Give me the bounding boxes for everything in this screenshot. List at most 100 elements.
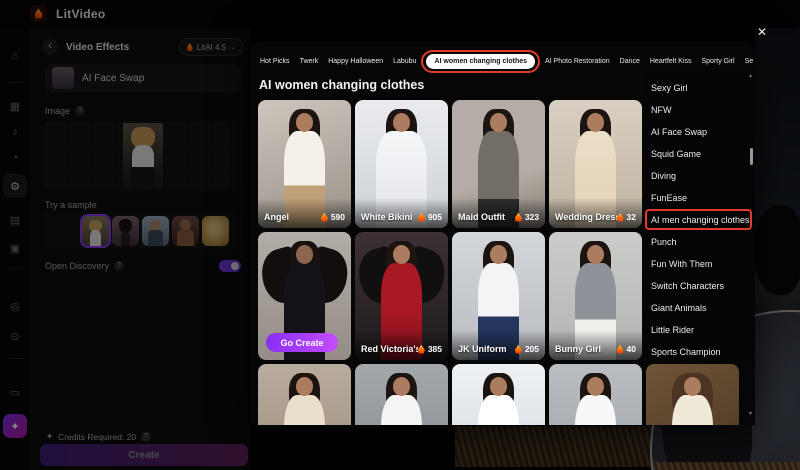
card-usage-count: 385 bbox=[417, 344, 442, 354]
card-title: Angel bbox=[264, 212, 290, 222]
effect-preview-image bbox=[258, 364, 351, 425]
card-usage-count: 40 bbox=[616, 344, 636, 354]
effect-card[interactable] bbox=[355, 364, 448, 425]
wings-shape bbox=[262, 249, 348, 303]
flame-icon bbox=[514, 344, 522, 354]
card-title: Red Victoria's ... bbox=[361, 344, 418, 354]
effect-card-jk-uniform[interactable]: JK Uniform 205 bbox=[452, 232, 545, 360]
effect-preview-image bbox=[549, 364, 642, 425]
section-heading: AI women changing clothes bbox=[259, 78, 425, 92]
card-usage-count: 323 bbox=[514, 212, 539, 222]
figure-hair bbox=[288, 240, 321, 288]
effects-browser-modal: Hot Picks Twerk Happy Halloween Labubu AI wo… bbox=[250, 42, 755, 425]
effect-card-angel[interactable]: Angel 590 bbox=[258, 100, 351, 228]
category-item-funease[interactable]: FunEase bbox=[651, 193, 687, 203]
tab-twerk[interactable]: Twerk bbox=[300, 58, 319, 65]
figure-head bbox=[586, 376, 605, 396]
flame-icon bbox=[616, 344, 624, 354]
figure-torso bbox=[575, 394, 616, 425]
figure-head bbox=[295, 244, 314, 264]
effect-card[interactable] bbox=[258, 364, 351, 425]
card-title: JK Uniform bbox=[458, 344, 507, 354]
figure-head bbox=[489, 376, 508, 396]
annotation-box bbox=[645, 209, 752, 230]
category-list-panel: Sexy Girl NFW AI Face Swap Squid Game Diving… bbox=[645, 70, 755, 360]
flame-icon bbox=[514, 212, 522, 222]
tab-ai-women-changing-clothes[interactable]: AI women changing clothes bbox=[421, 49, 541, 73]
card-title: Maid Outfit bbox=[458, 212, 505, 222]
effect-card-bunny-girl[interactable]: Bunny Girl 40 bbox=[549, 232, 642, 360]
card-footer: Bunny Girl 40 bbox=[549, 330, 642, 360]
figure-torso bbox=[478, 394, 519, 425]
effect-preview-image bbox=[452, 364, 545, 425]
category-item-sports-champion[interactable]: Sports Champion bbox=[651, 347, 721, 357]
tab-heartfelt-kiss[interactable]: Heartfelt Kiss bbox=[650, 58, 692, 65]
scroll-up-icon[interactable]: ▴ bbox=[749, 72, 752, 79]
figure-head bbox=[295, 112, 314, 132]
card-usage-count: 205 bbox=[514, 344, 539, 354]
effect-card-white-bikini[interactable]: White Bikini 905 bbox=[355, 100, 448, 228]
category-item-switch-characters[interactable]: Switch Characters bbox=[651, 281, 724, 291]
figure-head bbox=[489, 112, 508, 132]
figure-head bbox=[295, 376, 314, 396]
figure-head bbox=[586, 112, 605, 132]
category-item-ai-face-swap[interactable]: AI Face Swap bbox=[651, 127, 707, 137]
category-item-nfw[interactable]: NFW bbox=[651, 105, 672, 115]
tab-ai-photo-restoration[interactable]: AI Photo Restoration bbox=[545, 58, 610, 65]
flame-icon bbox=[616, 212, 624, 222]
effect-card-red-victoria-s-[interactable]: Red Victoria's ...385 bbox=[355, 232, 448, 360]
tab-hot-picks[interactable]: Hot Picks bbox=[260, 58, 290, 65]
card-footer: JK Uniform 205 bbox=[452, 330, 545, 360]
card-footer: Angel 590 bbox=[258, 198, 351, 228]
category-item-fun-with-them[interactable]: Fun With Them bbox=[651, 259, 712, 269]
close-icon[interactable]: ✕ bbox=[757, 25, 767, 39]
figure-head bbox=[683, 376, 702, 396]
card-title: Wedding Dress bbox=[555, 212, 617, 222]
figure-head bbox=[392, 376, 411, 396]
effect-card[interactable] bbox=[549, 364, 642, 425]
figure-head bbox=[392, 244, 411, 264]
effect-card[interactable] bbox=[646, 364, 739, 425]
app-window: LitVideo ⌂ ▦ ♪ ◔ ⚙ ▤ ▣ ◎ ⊙ ▭ ✦ ‹ Video Effects Lit… bbox=[0, 0, 800, 470]
scrollbar-thumb[interactable] bbox=[750, 148, 753, 165]
effect-preview-image bbox=[355, 364, 448, 425]
figure-torso bbox=[284, 394, 325, 425]
effect-card-maid-outfit[interactable]: Maid Outfit 323 bbox=[452, 100, 545, 228]
figure-head bbox=[392, 112, 411, 132]
category-item-little-rider[interactable]: Little Rider bbox=[651, 325, 694, 335]
tab-dance[interactable]: Dance bbox=[620, 58, 640, 65]
scroll-down-icon[interactable]: ▾ bbox=[749, 410, 752, 417]
card-footer: White Bikini 905 bbox=[355, 198, 448, 228]
annotation-box bbox=[421, 49, 541, 73]
category-item-squid-game[interactable]: Squid Game bbox=[651, 149, 701, 159]
category-item-diving[interactable]: Diving bbox=[651, 171, 676, 181]
effect-preview-image bbox=[646, 364, 739, 425]
category-tabs: Hot Picks Twerk Happy Halloween Labubu AI wo… bbox=[260, 49, 754, 73]
tab-sporty-girl[interactable]: Sporty Girl bbox=[702, 58, 735, 65]
flame-icon bbox=[417, 344, 425, 354]
figure-head bbox=[489, 244, 508, 264]
tab-labubu[interactable]: Labubu bbox=[393, 58, 416, 65]
category-item-punch[interactable]: Punch bbox=[651, 237, 677, 247]
card-usage-count: 32 bbox=[616, 212, 636, 222]
card-usage-count: 590 bbox=[320, 212, 345, 222]
figure-torso bbox=[381, 394, 422, 425]
card-footer: Red Victoria's ...385 bbox=[355, 330, 448, 360]
effect-card[interactable]: Go Create bbox=[258, 232, 351, 360]
card-usage-count: 905 bbox=[417, 212, 442, 222]
tab-happy-halloween[interactable]: Happy Halloween bbox=[328, 58, 383, 65]
flame-icon bbox=[417, 212, 425, 222]
card-footer: Wedding Dress 32 bbox=[549, 198, 642, 228]
category-item-giant-animals[interactable]: Giant Animals bbox=[651, 303, 707, 313]
effect-card-wedding-dress[interactable]: Wedding Dress 32 bbox=[549, 100, 642, 228]
figure-head bbox=[586, 244, 605, 264]
effect-card[interactable] bbox=[452, 364, 545, 425]
tab-se[interactable]: Se bbox=[745, 58, 754, 65]
go-create-button[interactable]: Go Create bbox=[266, 333, 338, 352]
figure-torso bbox=[672, 394, 713, 425]
card-title: Bunny Girl bbox=[555, 344, 602, 354]
flame-icon bbox=[320, 212, 328, 222]
card-title: White Bikini bbox=[361, 212, 413, 222]
card-footer: Maid Outfit 323 bbox=[452, 198, 545, 228]
category-item-sexy-girl[interactable]: Sexy Girl bbox=[651, 83, 688, 93]
